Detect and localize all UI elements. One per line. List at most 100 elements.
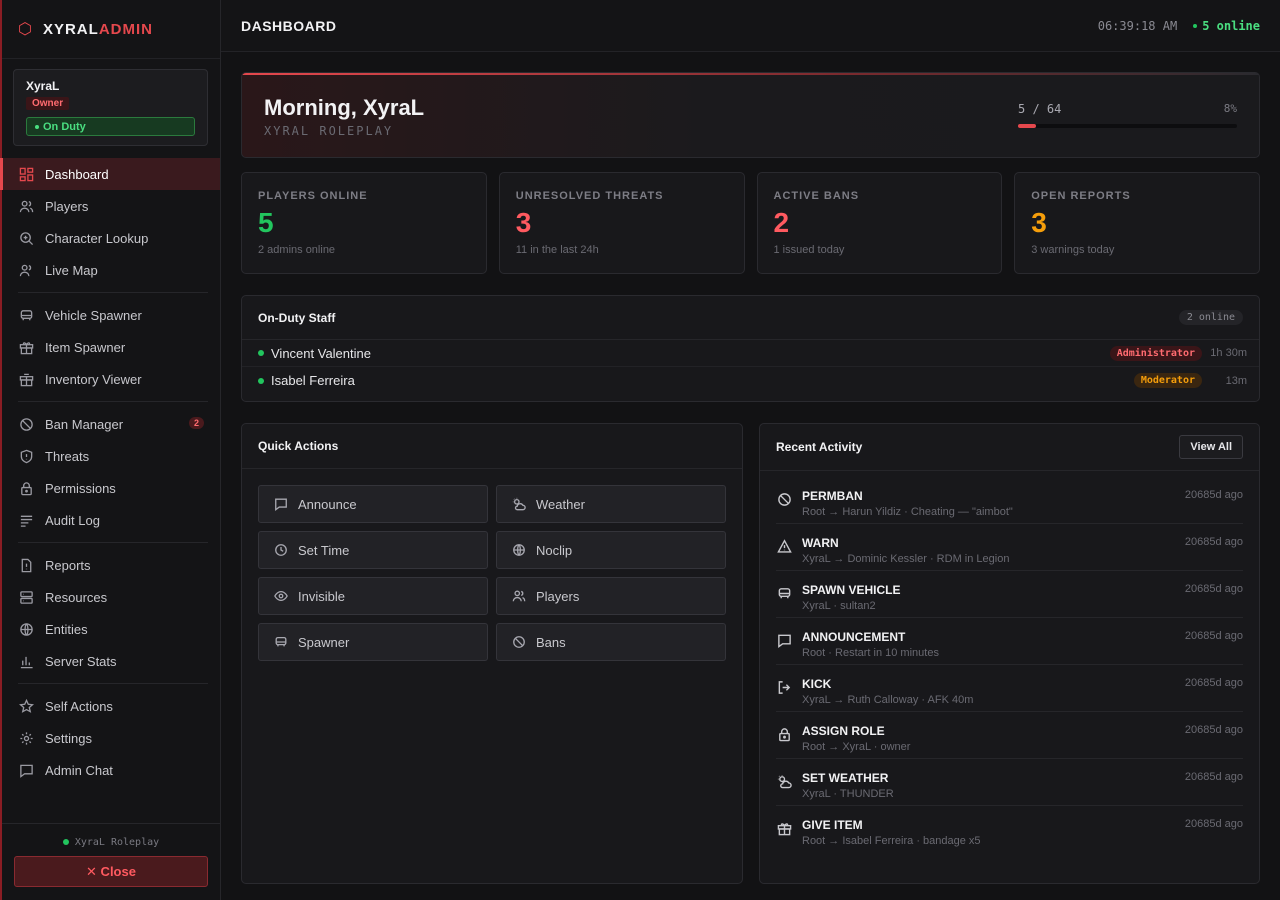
on-duty-staff-panel: On-Duty Staff 2 online Vincent Valentine… bbox=[241, 295, 1260, 402]
button-label: Noclip bbox=[536, 542, 573, 558]
activity-item[interactable]: SPAWN VEHICLE XyraL · sultan2 20685d ago bbox=[776, 571, 1243, 618]
bans-button[interactable]: Bans bbox=[496, 623, 726, 661]
stat-value: 3 bbox=[1031, 207, 1047, 238]
star-icon bbox=[18, 698, 34, 714]
sidebar-item-self-actions[interactable]: Self Actions bbox=[2, 690, 220, 722]
sidebar-item-threats[interactable]: Threats bbox=[2, 440, 220, 472]
stat-value: 5 bbox=[258, 207, 274, 238]
player-capacity-percent: 8% bbox=[1223, 102, 1237, 115]
clock-icon bbox=[273, 542, 289, 558]
sidebar-item-audit-log[interactable]: Audit Log bbox=[2, 504, 220, 536]
view-all-button[interactable]: View All bbox=[1179, 435, 1243, 459]
activity-item[interactable]: SET WEATHER XyraL · THUNDER 20685d ago bbox=[776, 759, 1243, 806]
sidebar-item-server-stats[interactable]: Server Stats bbox=[2, 645, 220, 677]
duty-dot bbox=[35, 124, 39, 129]
activity-time: 20685d ago bbox=[1184, 630, 1243, 642]
sidebar-item-item-spawner[interactable]: Item Spawner bbox=[2, 331, 220, 363]
set-time-button[interactable]: Set Time bbox=[258, 531, 488, 569]
stat-card-open-reports[interactable]: OPEN REPORTS 3 3 warnings today bbox=[1014, 172, 1260, 274]
stat-card-players-online[interactable]: PLAYERS ONLINE 5 2 admins online bbox=[241, 172, 487, 274]
close-button[interactable]: ✕ Close bbox=[14, 856, 208, 887]
duty-status-badge[interactable]: On Duty bbox=[26, 117, 195, 136]
hexagon-icon: ⬡ bbox=[18, 21, 33, 38]
sidebar-item-vehicle-spawner[interactable]: Vehicle Spawner bbox=[2, 299, 220, 331]
server-online-dot bbox=[62, 839, 69, 845]
stat-card-unresolved-threats[interactable]: UNRESOLVED THREATS 3 11 in the last 24h bbox=[498, 172, 745, 274]
player-capacity-bar bbox=[1018, 124, 1237, 128]
spawner-button[interactable]: Spawner bbox=[258, 623, 488, 661]
sidebar-item-label: Entities bbox=[45, 621, 88, 637]
staff-row[interactable]: Vincent Valentine Administrator 1h 30m bbox=[242, 340, 1259, 367]
stat-subtext: 1 issued today bbox=[773, 244, 845, 256]
recent-activity-panel: Recent Activity View All PERMBAN Root → H… bbox=[759, 423, 1260, 884]
sidebar-item-settings[interactable]: Settings bbox=[2, 722, 220, 754]
dashboard-content: Morning, XyraL XYRAL ROLEPLAY 5 / 64 8% … bbox=[221, 52, 1280, 884]
ban-icon bbox=[511, 634, 527, 650]
player-capacity-fill bbox=[1018, 124, 1036, 128]
message-icon bbox=[273, 496, 289, 512]
sidebar-item-admin-chat[interactable]: Admin Chat bbox=[2, 754, 220, 786]
sidebar-item-character-lookup[interactable]: Character Lookup bbox=[2, 222, 220, 254]
sidebar-footer: XyraL Roleplay ✕ Close bbox=[2, 823, 220, 900]
activity-item[interactable]: KICK XyraL → Ruth Calloway · AFK 40m 2068… bbox=[776, 665, 1243, 712]
sidebar-item-entities[interactable]: Entities bbox=[2, 613, 220, 645]
panel-title: Recent Activity bbox=[776, 440, 863, 454]
car-icon bbox=[273, 634, 289, 650]
activity-detail: XyraL · THUNDER bbox=[802, 788, 894, 800]
sidebar-item-permissions[interactable]: Permissions bbox=[2, 472, 220, 504]
chat-icon bbox=[18, 762, 34, 778]
sidebar-item-inventory-viewer[interactable]: Inventory Viewer bbox=[2, 363, 220, 395]
sidebar-item-label: Vehicle Spawner bbox=[45, 307, 142, 323]
sidebar-item-label: Dashboard bbox=[45, 166, 109, 182]
players-button[interactable]: Players bbox=[496, 577, 726, 615]
sidebar-item-label: Threats bbox=[45, 448, 90, 464]
staff-duty-time: 1h 30m bbox=[1210, 347, 1247, 359]
activity-title: ASSIGN ROLE bbox=[802, 724, 885, 738]
button-label: Bans bbox=[536, 634, 566, 650]
invisible-button[interactable]: Invisible bbox=[258, 577, 488, 615]
list-icon bbox=[18, 512, 34, 528]
sidebar-item-resources[interactable]: Resources bbox=[2, 581, 220, 613]
noclip-button[interactable]: Noclip bbox=[496, 531, 726, 569]
stat-value: 3 bbox=[515, 207, 532, 238]
sidebar-item-players[interactable]: Players bbox=[2, 190, 220, 222]
staff-online-count: 2 online bbox=[1178, 310, 1243, 325]
sidebar-item-label: Live Map bbox=[45, 262, 98, 278]
stat-subtext: 3 warnings today bbox=[1031, 244, 1115, 256]
activity-item[interactable]: ANNOUNCEMENT Root · Restart in 10 minutes… bbox=[776, 618, 1243, 665]
dashboard-icon bbox=[18, 166, 34, 182]
sidebar-item-label: Settings bbox=[45, 730, 92, 746]
sidebar-item-label: Server Stats bbox=[45, 653, 117, 669]
online-dot bbox=[258, 350, 264, 356]
lock-icon bbox=[776, 726, 792, 742]
activity-item[interactable]: PERMBAN Root → Harun Yildiz · Cheating — … bbox=[776, 477, 1243, 524]
activity-item[interactable]: GIVE ITEM Root → Isabel Ferreira · bandag… bbox=[776, 806, 1243, 853]
panel-title: On-Duty Staff bbox=[258, 310, 336, 325]
ban-icon bbox=[18, 416, 34, 432]
online-indicator: 5 online bbox=[1193, 19, 1260, 33]
sidebar-item-live-map[interactable]: Live Map bbox=[2, 254, 220, 286]
sidebar-item-dashboard[interactable]: Dashboard bbox=[0, 158, 220, 190]
weather-button[interactable]: Weather bbox=[496, 485, 726, 523]
gift-icon bbox=[776, 820, 792, 836]
activity-item[interactable]: WARN XyraL → Dominic Kessler · RDM in Leg… bbox=[776, 524, 1243, 571]
user-role-badge: Owner bbox=[26, 97, 70, 110]
stat-label: UNRESOLVED THREATS bbox=[515, 190, 664, 202]
globe-icon bbox=[511, 542, 527, 558]
staff-role-badge: Administrator bbox=[1109, 345, 1202, 361]
page-title: DASHBOARD bbox=[241, 17, 337, 34]
sidebar-item-ban-manager[interactable]: Ban Manager 2 bbox=[2, 408, 220, 440]
online-dot bbox=[258, 377, 264, 384]
lock-icon bbox=[18, 480, 34, 496]
sidebar-item-label: Ban Manager bbox=[45, 416, 124, 432]
announce-button[interactable]: Announce bbox=[258, 485, 488, 523]
sidebar-item-reports[interactable]: Reports bbox=[2, 549, 220, 581]
staff-row[interactable]: Isabel Ferreira Moderator 13m bbox=[242, 367, 1259, 394]
sidebar-item-label: Reports bbox=[45, 557, 91, 573]
activity-item[interactable]: ASSIGN ROLE Root → XyraL · owner 20685d a… bbox=[776, 712, 1243, 759]
topbar-status: 06:39:18 AM 5 online bbox=[1098, 19, 1260, 33]
activity-detail: XyraL → Dominic Kessler · RDM in Legion bbox=[802, 553, 1010, 565]
stat-card-active-bans[interactable]: ACTIVE BANS 2 1 issued today bbox=[756, 172, 1003, 274]
button-label: Invisible bbox=[298, 588, 345, 604]
activity-detail: XyraL · sultan2 bbox=[802, 600, 876, 612]
